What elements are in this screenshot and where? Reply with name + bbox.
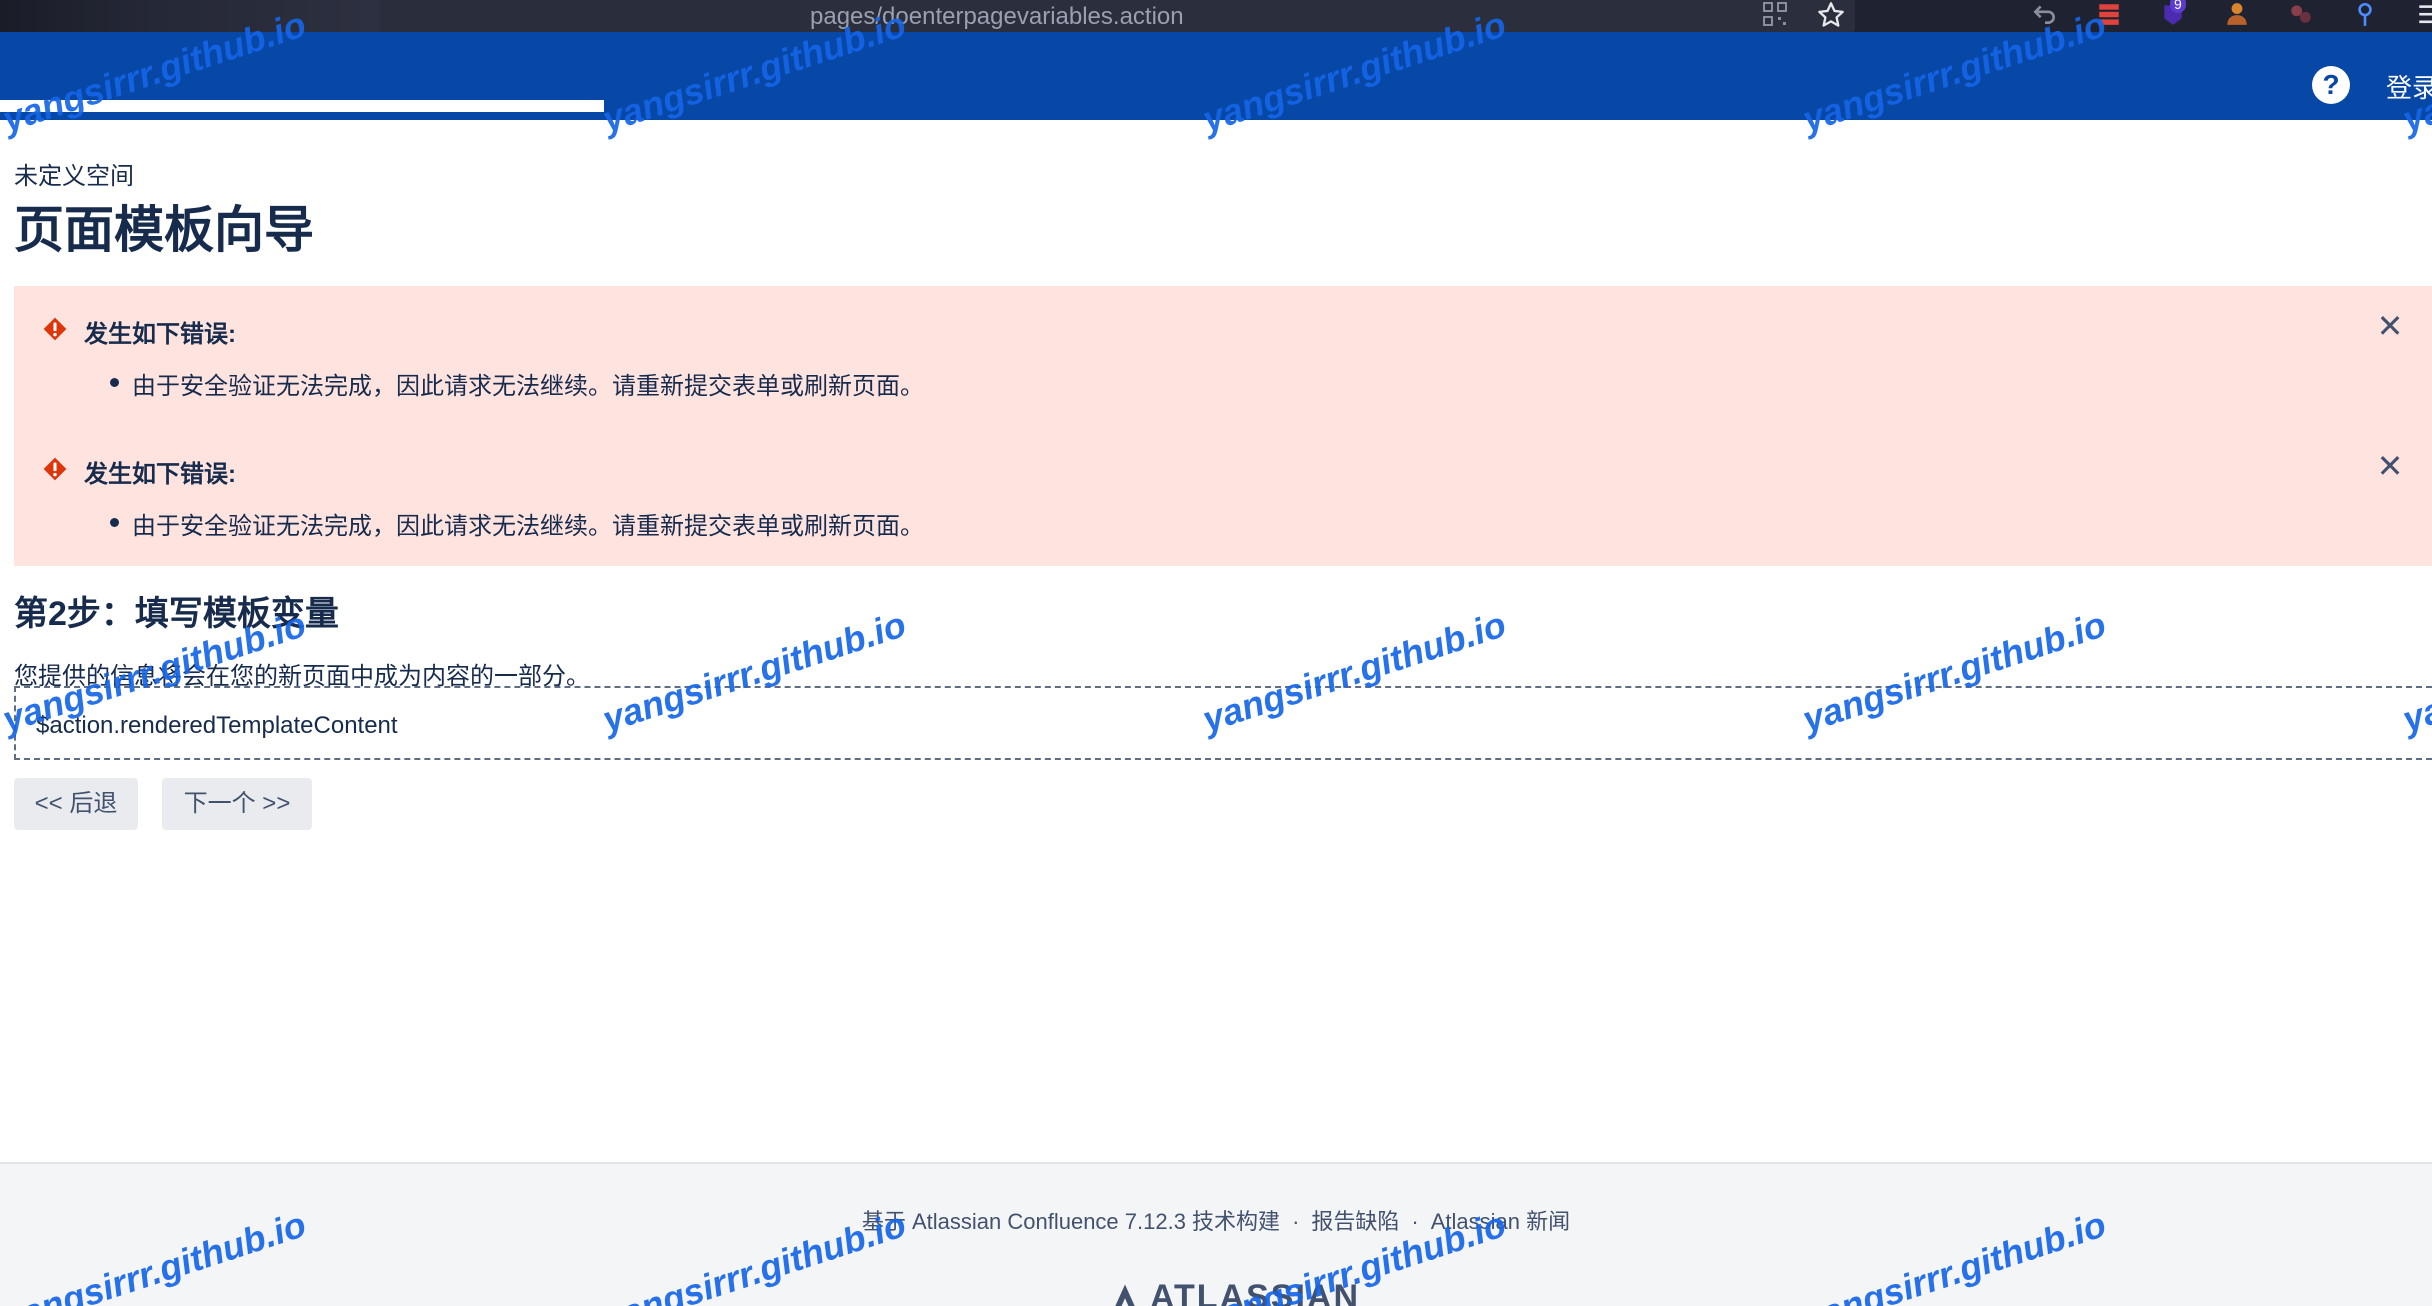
- qr-code-icon[interactable]: [1760, 1, 1790, 31]
- footer-links: 基于 Atlassian Confluence 7.12.3 技术构建 · 报告缺陷…: [0, 1204, 2432, 1236]
- atlassian-logo[interactable]: ATLASSIAN: [1110, 1278, 1360, 1306]
- login-link[interactable]: 登录: [2386, 68, 2432, 105]
- atlassian-logo-text: ATLASSIAN: [1150, 1277, 1361, 1306]
- extension-badge-icon[interactable]: 9: [2158, 0, 2188, 31]
- browser-tab-strip-secondary[interactable]: [380, 0, 810, 32]
- back-button[interactable]: << 后退: [14, 778, 138, 830]
- page-title: 页面模板向导: [14, 202, 314, 258]
- report-bug-link[interactable]: 报告缺陷: [1311, 1209, 1399, 1234]
- error-icon: [43, 317, 67, 341]
- atlassian-logo-icon: [1115, 1284, 1135, 1306]
- extension-red-icon[interactable]: [2094, 1, 2124, 31]
- footer: 基于 Atlassian Confluence 7.12.3 技术构建 · 报告缺陷…: [0, 1162, 2432, 1306]
- pin-icon[interactable]: [2350, 1, 2380, 31]
- template-variables-form: $action.renderedTemplateContent: [14, 686, 2432, 760]
- space-name[interactable]: 未定义空间: [14, 156, 134, 191]
- error-item: 由于安全验证无法完成，因此请求无法继续。请重新提交表单或刷新页面。: [110, 506, 924, 541]
- template-content: $action.renderedTemplateContent: [36, 712, 398, 739]
- loading-progress-bar: [0, 100, 604, 112]
- extension-user-icon[interactable]: [2222, 1, 2252, 31]
- step-title: 第2步：填写模板变量: [14, 595, 339, 633]
- browser-tab-strip[interactable]: [0, 0, 380, 32]
- powered-by-link[interactable]: 基于 Atlassian Confluence 7.12.3 技术构建: [862, 1209, 1280, 1234]
- close-icon[interactable]: ✕: [2372, 308, 2408, 344]
- star-icon[interactable]: [1816, 1, 1846, 31]
- undo-icon[interactable]: [2030, 1, 2060, 31]
- help-icon[interactable]: ?: [2312, 66, 2350, 104]
- error-message: 发生如下错误: 由于安全验证无法完成，因此请求无法继续。请重新提交表单或刷新页面…: [14, 426, 2432, 566]
- error-title: 发生如下错误:: [84, 321, 236, 348]
- extension-dots-icon[interactable]: [2286, 1, 2316, 31]
- close-icon[interactable]: ✕: [2372, 448, 2408, 484]
- error-item: 由于安全验证无法完成，因此请求无法继续。请重新提交表单或刷新页面。: [110, 366, 924, 401]
- error-title: 发生如下错误:: [84, 461, 236, 488]
- footer-separator: ·: [1292, 1209, 1300, 1234]
- address-bar-url[interactable]: pages/doenterpagevariables.action: [810, 2, 1184, 32]
- next-button[interactable]: 下一个 >>: [162, 778, 312, 830]
- footer-separator: ·: [1411, 1209, 1419, 1234]
- atlassian-news-link[interactable]: Atlassian 新闻: [1431, 1209, 1570, 1234]
- error-message: 发生如下错误: 由于安全验证无法完成，因此请求无法继续。请重新提交表单或刷新页面…: [14, 286, 2432, 426]
- menu-icon[interactable]: [2414, 1, 2432, 31]
- error-icon: [43, 457, 67, 481]
